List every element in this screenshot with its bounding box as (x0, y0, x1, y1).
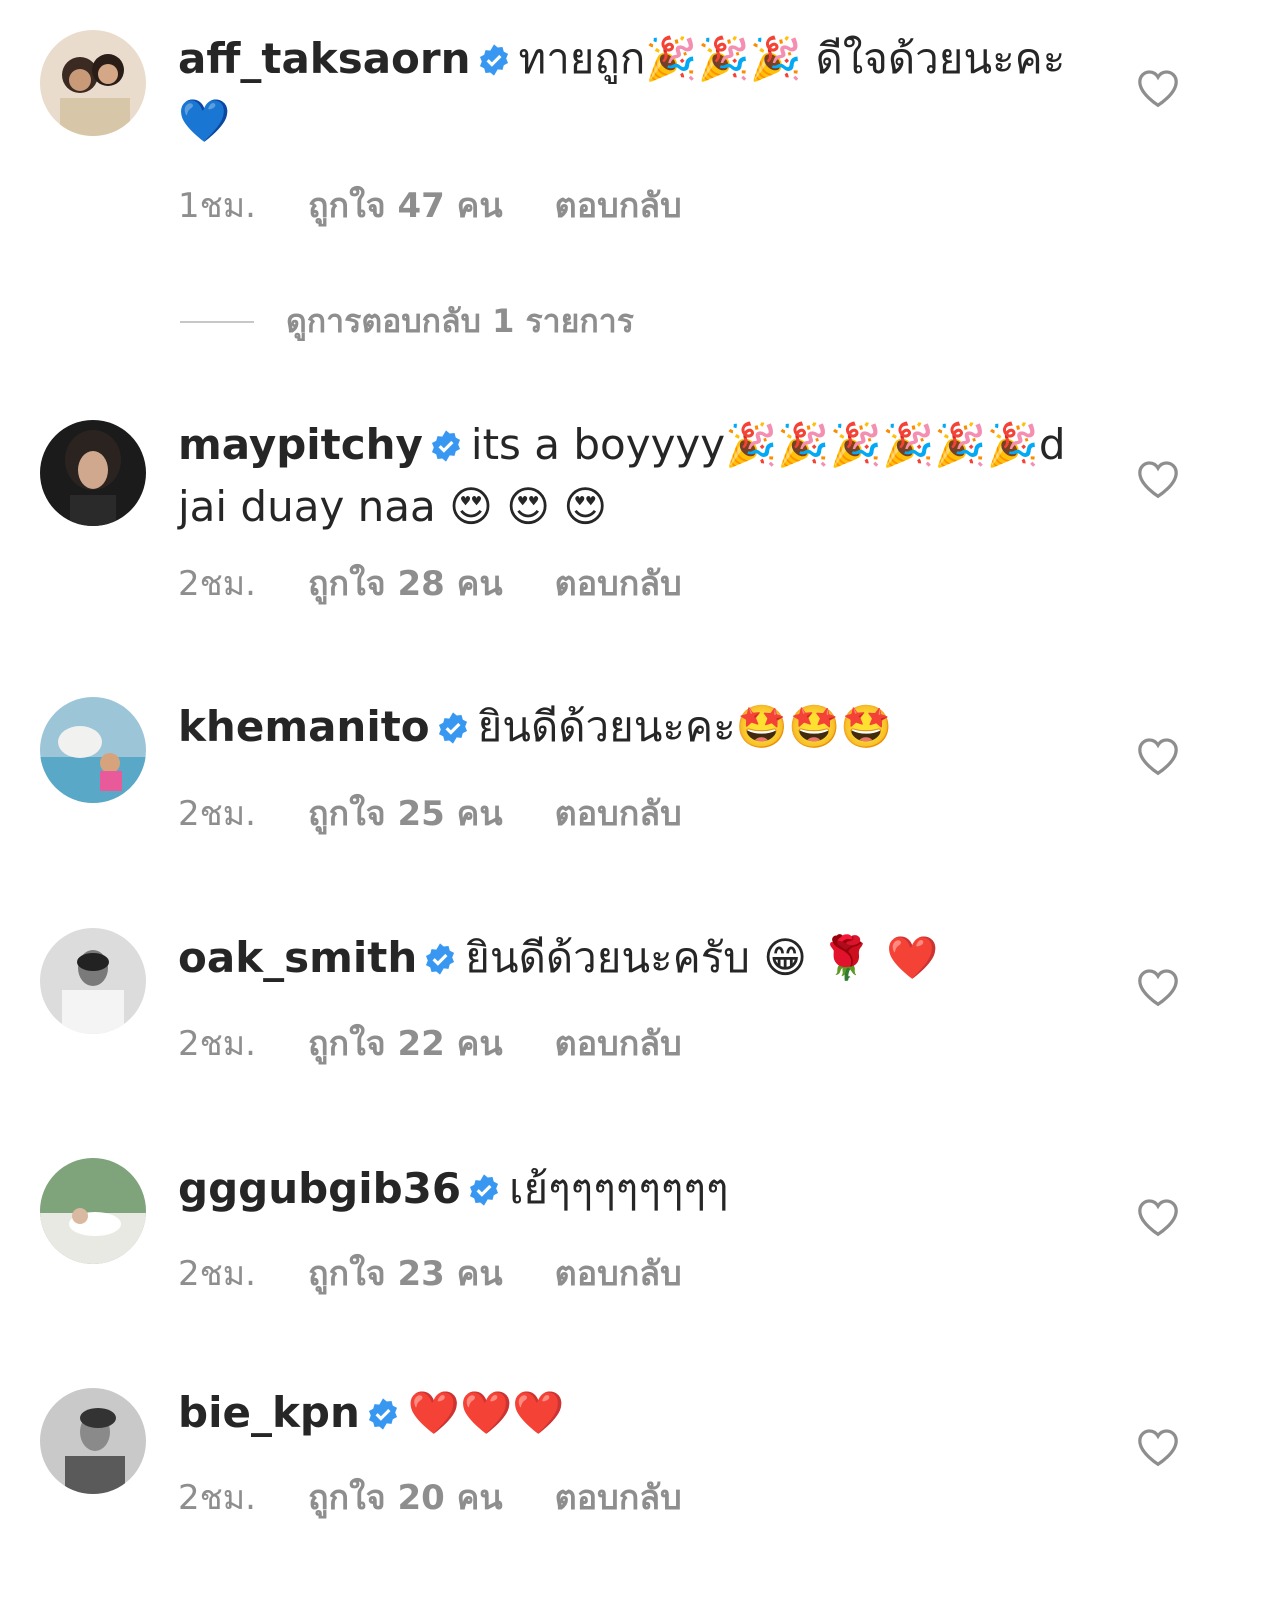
heart-outline-icon[interactable] (1136, 459, 1180, 499)
reply-button[interactable]: ตอบกลับ (555, 1254, 682, 1294)
comment-meta: 2ชม. ถูกใจ 28 คน ตอบกลับ (178, 556, 734, 610)
comment-username[interactable]: bie_kpn (178, 1388, 360, 1437)
comment-username[interactable]: khemanito (178, 702, 430, 751)
divider-line (180, 320, 254, 323)
heart-outline-icon[interactable] (1136, 1427, 1180, 1467)
heart-outline-icon[interactable] (1136, 967, 1180, 1007)
comment-meta: 2ชม. ถูกใจ 22 คน ตอบกลับ (178, 1016, 734, 1070)
verified-badge-icon (467, 1173, 501, 1207)
comment-username[interactable]: aff_taksaorn (178, 34, 471, 83)
avatar[interactable] (40, 697, 146, 803)
view-replies-button[interactable]: ดูการตอบกลับ 1 รายการ (180, 296, 634, 347)
comment-username[interactable]: maypitchy (178, 420, 423, 469)
comment-meta: 2ชม. ถูกใจ 25 คน ตอบกลับ (178, 786, 734, 840)
heart-outline-icon[interactable] (1136, 736, 1180, 776)
avatar[interactable] (40, 30, 146, 136)
comment-username[interactable]: oak_smith (178, 933, 417, 982)
comment-time: 2ชม. (178, 794, 256, 834)
comment-time: 2ชม. (178, 1024, 256, 1064)
comment-time: 1ชม. (178, 186, 256, 226)
avatar[interactable] (40, 1388, 146, 1494)
comment-likes[interactable]: ถูกใจ 23 คน (308, 1254, 503, 1294)
heart-outline-icon[interactable] (1136, 68, 1180, 108)
reply-button[interactable]: ตอบกลับ (555, 1024, 682, 1064)
comment-meta: 1ชม. ถูกใจ 47 คน ตอบกลับ (178, 178, 734, 232)
comment-text: ❤️❤️❤️ (407, 1388, 565, 1437)
avatar[interactable] (40, 1158, 146, 1264)
verified-badge-icon (366, 1397, 400, 1431)
comment-text: ยินดีด้วยนะครับ 😁 🌹 ❤️ (465, 933, 939, 982)
reply-button[interactable]: ตอบกลับ (555, 186, 682, 226)
verified-badge-icon (423, 942, 457, 976)
verified-badge-icon (477, 43, 511, 77)
view-replies-label: ดูการตอบกลับ 1 รายการ (286, 302, 634, 340)
reply-button[interactable]: ตอบกลับ (555, 564, 682, 604)
comment-time: 2ชม. (178, 1478, 256, 1518)
heart-outline-icon[interactable] (1136, 1197, 1180, 1237)
reply-button[interactable]: ตอบกลับ (555, 1478, 682, 1518)
comment-likes[interactable]: ถูกใจ 22 คน (308, 1024, 503, 1064)
comment-likes[interactable]: ถูกใจ 25 คน (308, 794, 503, 834)
comment-meta: 2ชม. ถูกใจ 23 คน ตอบกลับ (178, 1246, 734, 1300)
comment-time: 2ชม. (178, 564, 256, 604)
comment-time: 2ชม. (178, 1254, 256, 1294)
verified-badge-icon (429, 429, 463, 463)
avatar[interactable] (40, 420, 146, 526)
comment-text: เย้ๆๆๆๆๆๆๆๆ (509, 1164, 729, 1213)
comment-likes[interactable]: ถูกใจ 20 คน (308, 1478, 503, 1518)
reply-button[interactable]: ตอบกลับ (555, 794, 682, 834)
comment-text: ยินดีด้วยนะคะ🤩🤩🤩 (477, 702, 893, 751)
comment-likes[interactable]: ถูกใจ 47 คน (308, 186, 503, 226)
avatar[interactable] (40, 928, 146, 1034)
comment-username[interactable]: gggubgib36 (178, 1164, 461, 1213)
comment-meta: 2ชม. ถูกใจ 20 คน ตอบกลับ (178, 1470, 734, 1524)
comment-likes[interactable]: ถูกใจ 28 คน (308, 564, 503, 604)
verified-badge-icon (436, 711, 470, 745)
